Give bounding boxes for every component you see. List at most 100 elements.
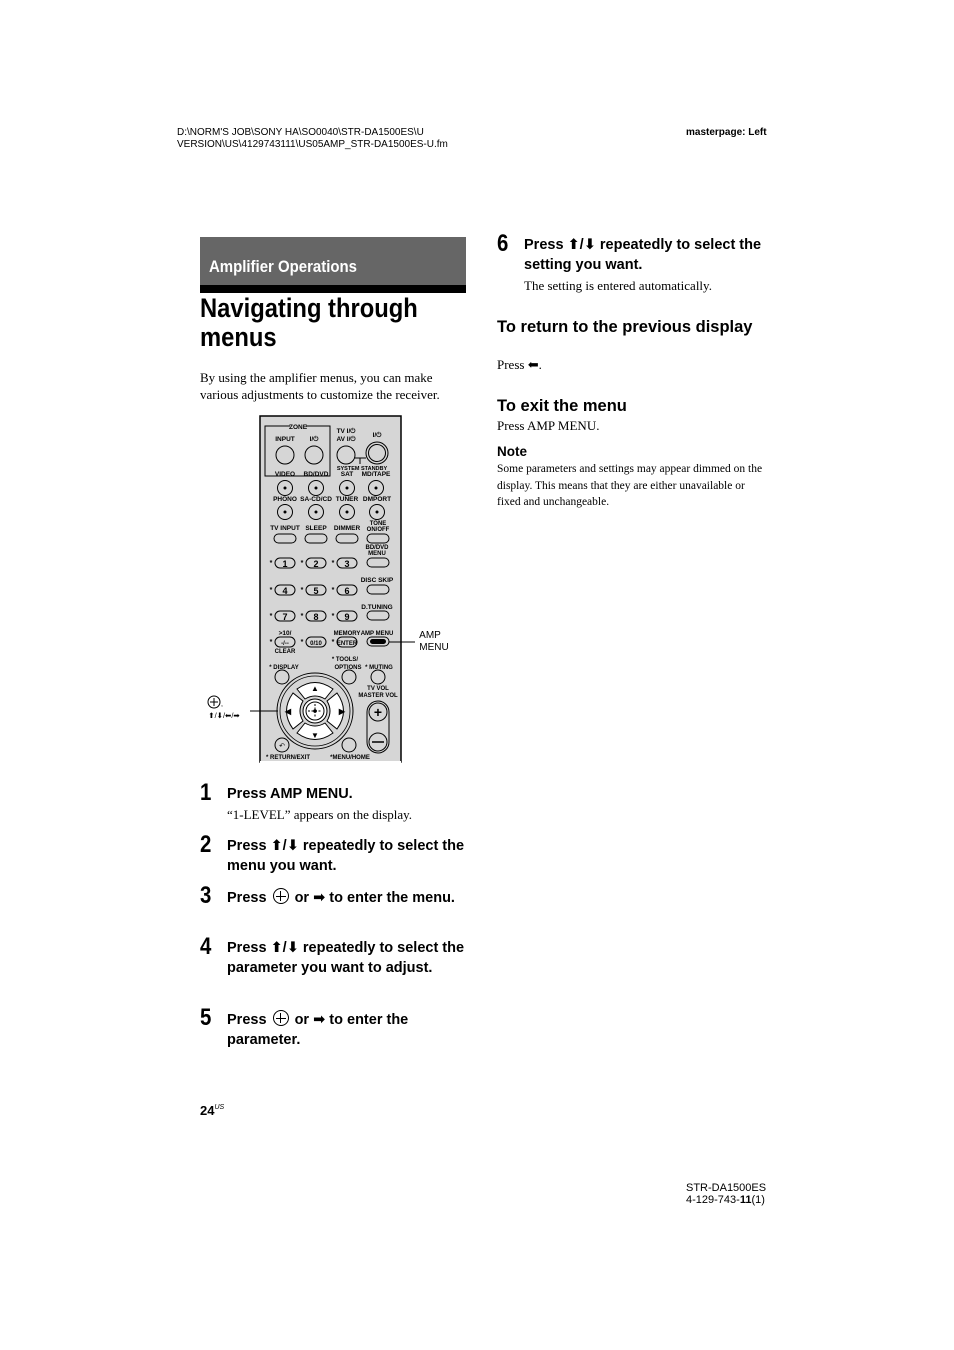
remote-label: MENU — [419, 642, 448, 653]
remote-label: VIDEO — [275, 471, 295, 478]
remote-label: BD/DVD — [304, 471, 329, 478]
btn-av-power — [336, 445, 356, 465]
remote-label: * — [332, 639, 335, 646]
remote-label: SLEEP — [305, 525, 327, 532]
remote-label: MD/TAPE — [362, 471, 391, 478]
remote-label: ▲ — [311, 684, 319, 693]
btn-input — [275, 445, 295, 465]
remote-label: * RETURN/EXIT — [266, 755, 310, 761]
remote-label: DISC SKIP — [361, 577, 394, 584]
remote-label: 8 — [313, 612, 318, 622]
remote-label: ▼ — [311, 731, 319, 740]
remote-label: * — [301, 587, 304, 594]
exit-body: Press AMP MENU. — [497, 418, 600, 433]
btn-zone-power — [304, 445, 324, 465]
masterpage-label: masterpage: Left — [686, 127, 767, 138]
remote-label: *MENU/HOME — [330, 755, 370, 761]
remote-label: * — [301, 613, 304, 620]
file-path: D:\NORM'S JOB\SONY HA\SO0040\STR-DA1500E… — [177, 127, 448, 151]
remote-label: SA-CD/CD — [300, 496, 332, 503]
model-number: STR-DA1500ES — [686, 1182, 767, 1194]
btn-input-label: INPUT — [275, 436, 295, 443]
section-title: Amplifier Operations — [209, 257, 357, 276]
step-number: 2 — [200, 831, 212, 858]
step-number: 5 — [200, 1004, 212, 1031]
remote-shape — [341, 669, 357, 685]
remote-shape — [274, 669, 290, 685]
remote-label: TV VOL — [367, 686, 389, 692]
remote-label: CLEAR — [275, 649, 296, 655]
remote-label: ENTER — [337, 641, 358, 647]
return-body: Press ⬅. — [497, 357, 542, 372]
note-body: Some parameters and settings may appear … — [497, 463, 763, 508]
remote-label: TV I/⏻ — [337, 427, 357, 435]
section-rule — [200, 285, 466, 293]
file-path-line1: D:\NORM'S JOB\SONY HA\SO0040\STR-DA1500E… — [177, 127, 424, 138]
remote-label: ◀ — [284, 707, 292, 716]
remote-label: DMPORT — [363, 496, 391, 503]
step-2: 2 Press ⬆/⬇ repeatedly to select the men… — [200, 831, 480, 882]
step-3: 3 Press or ➡ to enter the menu. — [200, 882, 480, 933]
return-heading: To return to the previous display — [497, 318, 753, 336]
remote-label: ⬆/⬇/⬅/➡ — [208, 711, 240, 720]
amp-menu-callout: AMP — [419, 630, 441, 641]
remote-label: * — [332, 587, 335, 594]
remote-label: * — [270, 613, 273, 620]
remote-label: , — [221, 701, 223, 708]
step-title: Press ⬆/⬇ repeatedly to select the setti… — [524, 237, 762, 273]
step-5: 5 Press or ➡ to enter the parameter. — [200, 1004, 480, 1055]
remote-label: + — [374, 704, 382, 720]
page-title: Navigating through menus — [200, 293, 418, 352]
remote-shape — [366, 610, 390, 621]
remote-shape — [314, 510, 318, 514]
remote-label: 1 — [282, 559, 287, 569]
step-title: Press ⬆/⬇ repeatedly to select the menu … — [227, 838, 465, 874]
remote-label: 9 — [344, 612, 349, 622]
step-title: Press or ➡ to enter the menu. — [227, 888, 455, 906]
remote-label: D.TUNING — [361, 604, 392, 611]
remote-label: -/-- — [281, 641, 289, 647]
remote-label: * — [301, 560, 304, 567]
step-number: 6 — [497, 230, 509, 257]
remote-shape — [370, 669, 386, 685]
remote-label: * — [332, 560, 335, 567]
remote-illustration: ZONE INPUT I/⏻ TV I/⏻ AV I/⏻ I/⏻ SYSTEM … — [200, 414, 470, 764]
step-title: Press ⬆/⬇ repeatedly to select the param… — [227, 940, 465, 976]
remote-label: TUNER — [336, 496, 359, 503]
remote-label: AV I/⏻ — [336, 435, 356, 443]
remote-label: I/⏻ — [310, 435, 320, 443]
step-detail: The setting is entered automatically. — [524, 278, 712, 293]
enter-button-icon — [272, 888, 289, 904]
remote-shape — [375, 510, 379, 514]
remote-label: * TOOLS/ — [332, 657, 359, 663]
step-detail: “1-LEVEL” appears on the display. — [227, 807, 413, 822]
remote-label: 3 — [344, 559, 349, 569]
note-heading: Note — [497, 444, 527, 459]
step-number: 4 — [200, 933, 212, 960]
remote-label: 6 — [344, 586, 349, 596]
remote-label: >10/ — [279, 630, 292, 637]
remote-label: 2 — [313, 559, 318, 569]
remote-label: * — [301, 639, 304, 646]
exit-heading: To exit the menu — [497, 397, 627, 415]
remote-label: AMP MENU — [361, 631, 394, 637]
remote-label: I/⏻ — [373, 431, 383, 439]
nav-pad: ▲ ▼ ◀ ▶ — [276, 672, 354, 750]
section-banner: Amplifier Operations — [200, 237, 466, 285]
remote-label: PHONO — [273, 496, 297, 503]
remote-label: TV INPUT — [270, 525, 300, 532]
remote-shape — [304, 533, 328, 544]
remote-label: * — [270, 587, 273, 594]
remote-label: ↶ — [279, 743, 285, 750]
remote-shape — [370, 639, 386, 644]
number-pad: * 1 * 2 * 3 * 4 * 5 * 6 * 7 * 8 * 9 — [270, 557, 358, 622]
step-1: 1 Press AMP MENU. “1-LEVEL” appears on t… — [200, 779, 480, 830]
remote-label: 0/10 — [310, 641, 322, 647]
remote-shape — [366, 557, 390, 568]
remote-label: 5 — [313, 586, 318, 596]
remote-label: 7 — [282, 612, 287, 622]
remote-shape — [366, 584, 390, 595]
step-6: 6 Press ⬆/⬇ repeatedly to select the set… — [497, 230, 777, 296]
remote-label: ▶ — [338, 707, 346, 716]
remote-shape — [314, 486, 318, 490]
